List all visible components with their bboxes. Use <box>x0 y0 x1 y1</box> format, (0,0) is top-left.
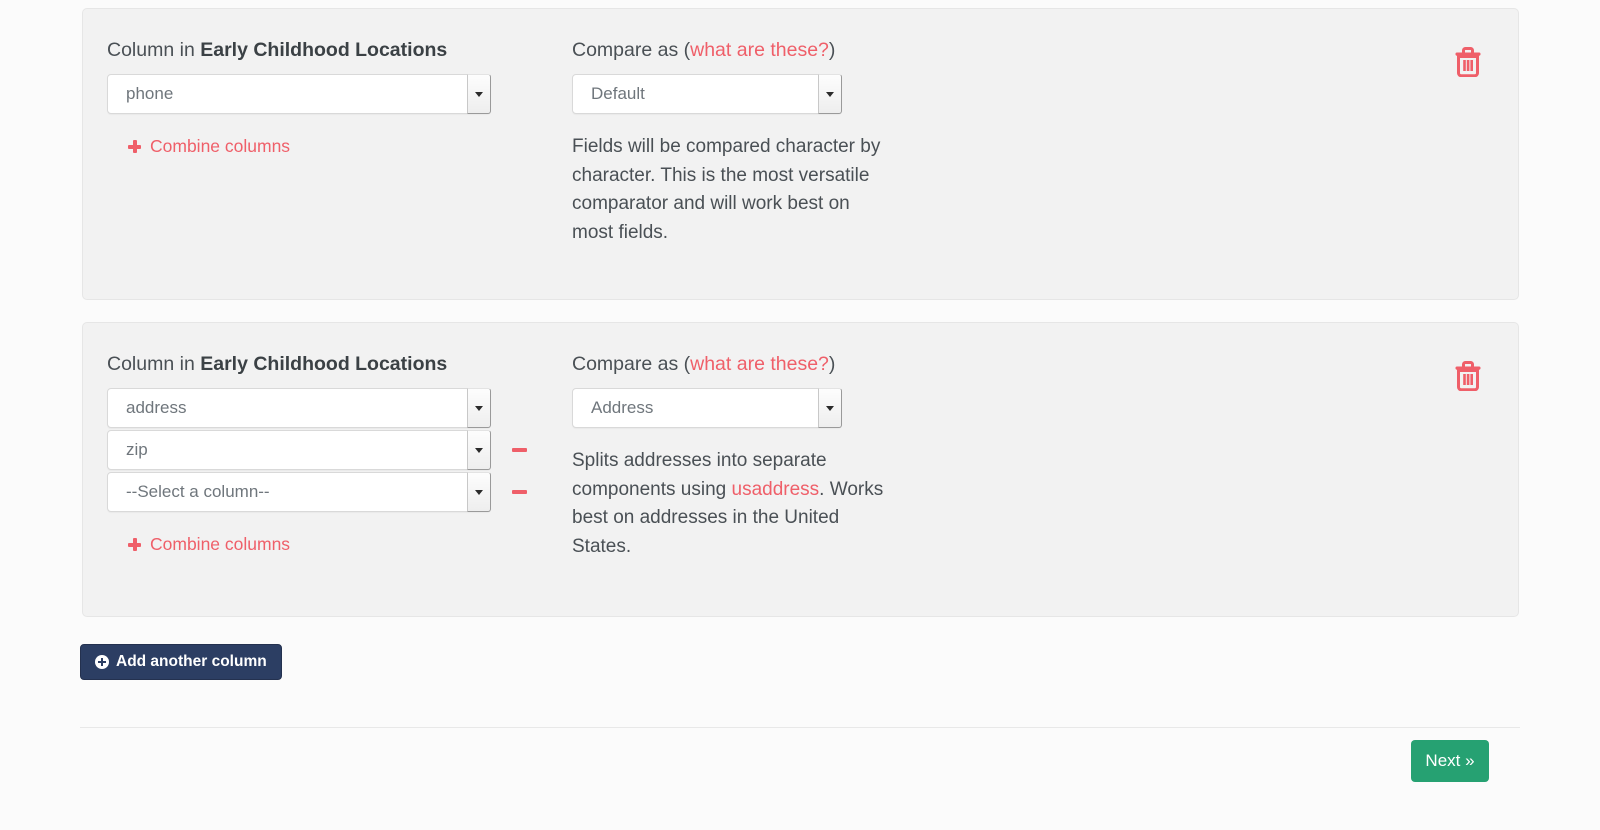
comparator-select[interactable]: Address <box>572 388 842 428</box>
column-select[interactable]: phone <box>107 74 491 114</box>
delete-column-pair-button[interactable] <box>1454 361 1482 392</box>
combine-columns-link[interactable]: Combine columns <box>128 136 290 157</box>
card-left-column: Column in Early Childhood Locations addr… <box>107 352 537 556</box>
dataset-name: Early Childhood Locations <box>200 39 448 61</box>
compare-columns-page: Column in Early Childhood Locations phon… <box>0 0 1600 830</box>
minus-icon <box>511 490 527 494</box>
column-select-value: address <box>126 398 187 417</box>
card-left-column: Column in Early Childhood Locations phon… <box>107 38 537 158</box>
next-button-label: Next » <box>1425 751 1475 770</box>
column-select[interactable]: address <box>107 388 491 428</box>
compare-as-prefix: Compare as ( <box>572 353 691 375</box>
column-pair-card: Column in Early Childhood Locations phon… <box>82 8 1519 300</box>
combine-columns-label: Combine columns <box>150 136 291 156</box>
column-select-row: --Select a column-- <box>107 472 537 512</box>
column-select[interactable]: --Select a column-- <box>107 472 491 512</box>
chevron-down-icon[interactable] <box>467 74 491 114</box>
chevron-down-icon[interactable] <box>467 430 491 470</box>
chevron-down-icon[interactable] <box>818 388 842 428</box>
column-select-row: address <box>107 388 537 428</box>
chevron-down-icon[interactable] <box>818 74 842 114</box>
dataset-name: Early Childhood Locations <box>200 353 448 375</box>
column-in-dataset-label: Column in Early Childhood Locations <box>107 352 537 376</box>
combine-columns-label: Combine columns <box>150 534 291 554</box>
next-button[interactable]: Next » <box>1411 740 1489 782</box>
column-select-value: zip <box>126 440 148 459</box>
section-divider <box>80 727 1520 728</box>
chevron-down-icon[interactable] <box>467 388 491 428</box>
comparator-select[interactable]: Default <box>572 74 842 114</box>
compare-as-label: Compare as (what are these?) <box>572 352 902 376</box>
remove-combined-column-button[interactable] <box>509 482 529 502</box>
column-pair-card: Column in Early Childhood Locations addr… <box>82 322 1519 617</box>
comparator-help-text: Splits addresses into separate component… <box>572 447 887 561</box>
comparator-help-text: Fields will be compared character by cha… <box>572 136 881 243</box>
card-right-column: Compare as (what are these?) Address Spl… <box>572 352 902 561</box>
column-select-row: phone <box>107 74 537 114</box>
minus-icon <box>511 448 527 452</box>
trash-icon <box>1455 47 1481 78</box>
column-select-value: phone <box>126 84 174 103</box>
add-another-column-button[interactable]: Add another column <box>80 644 282 680</box>
circle-plus-icon <box>95 655 109 669</box>
what-are-these-link[interactable]: what are these? <box>690 353 829 375</box>
comparator-select-value: Address <box>591 398 654 417</box>
compare-as-suffix: ) <box>828 353 836 375</box>
comparator-select-row: Default <box>572 74 902 114</box>
trash-icon <box>1455 361 1481 392</box>
what-are-these-link[interactable]: what are these? <box>690 39 829 61</box>
usaddress-link[interactable]: usaddress <box>732 479 820 500</box>
card-right-column: Compare as (what are these?) Default Fie… <box>572 38 902 247</box>
column-in-label-prefix: Column in <box>107 353 201 375</box>
add-another-column-label: Add another column <box>116 653 267 670</box>
combine-columns-link[interactable]: Combine columns <box>128 534 290 555</box>
column-in-dataset-label: Column in Early Childhood Locations <box>107 38 537 62</box>
column-in-label-prefix: Column in <box>107 39 201 61</box>
column-select-row: zip <box>107 430 537 470</box>
compare-as-prefix: Compare as ( <box>572 39 691 61</box>
plus-icon <box>128 538 141 551</box>
column-select-value: --Select a column-- <box>126 482 270 501</box>
delete-column-pair-button[interactable] <box>1454 47 1482 78</box>
plus-icon <box>128 140 141 153</box>
chevron-down-icon[interactable] <box>467 472 491 512</box>
comparator-select-row: Address <box>572 388 902 428</box>
compare-as-label: Compare as (what are these?) <box>572 38 902 62</box>
column-select[interactable]: zip <box>107 430 491 470</box>
compare-as-suffix: ) <box>828 39 836 61</box>
remove-combined-column-button[interactable] <box>509 440 529 460</box>
comparator-select-value: Default <box>591 84 645 103</box>
